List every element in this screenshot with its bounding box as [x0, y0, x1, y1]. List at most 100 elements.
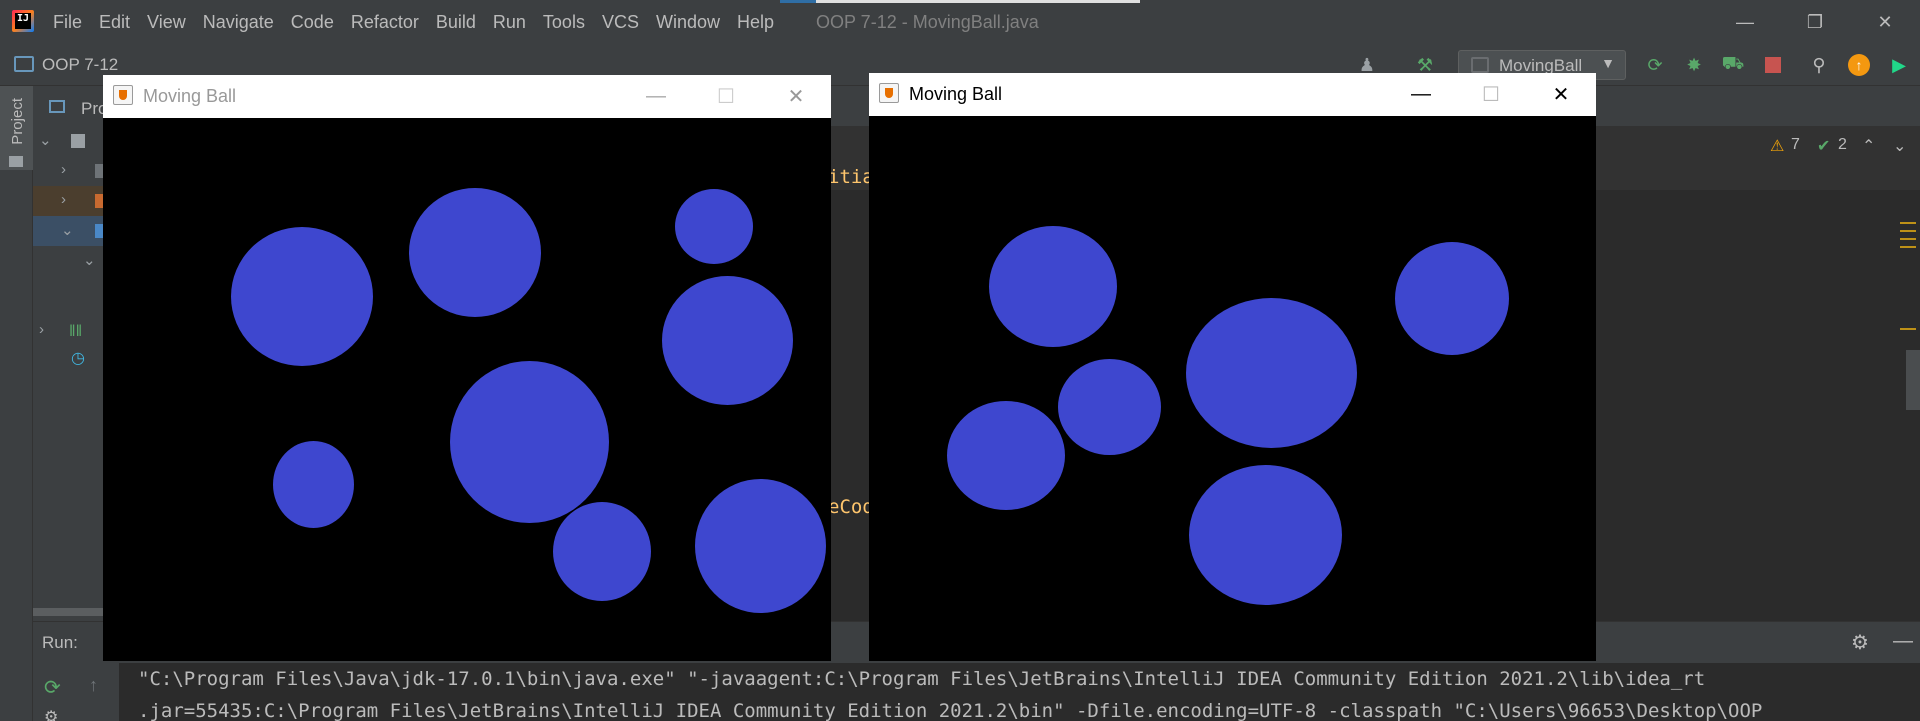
tree-row-scratches[interactable]: ◷ — [33, 342, 108, 372]
menu-refactor[interactable]: Refactor — [351, 12, 429, 33]
chevron-down-icon: ⌄ — [83, 252, 96, 269]
ball — [1395, 242, 1509, 355]
tree-row-root[interactable]: ⌄ — [33, 126, 108, 156]
run-panel-label: Run: — [42, 633, 78, 652]
menu-items: File Edit View Navigate Code Refactor Bu… — [53, 12, 791, 33]
window-titlebar[interactable]: Moving Ball — ☐ ✕ — [869, 73, 1596, 116]
arrow-up-icon[interactable]: ↑ — [89, 675, 98, 696]
chevron-right-icon: › — [39, 321, 44, 338]
ball — [662, 276, 793, 405]
gear-icon[interactable]: ⚙ — [1851, 630, 1869, 655]
menu-code[interactable]: Code — [291, 12, 344, 33]
tree-row-excluded[interactable]: › — [33, 186, 109, 216]
menu-view[interactable]: View — [147, 12, 196, 33]
restore-icon[interactable]: ❐ — [1780, 0, 1850, 44]
update-icon[interactable]: ↑ — [1848, 54, 1870, 76]
tree-row[interactable]: › — [33, 156, 109, 186]
close-icon[interactable]: ✕ — [761, 75, 831, 118]
menu-vcs[interactable]: VCS — [602, 12, 649, 33]
ball — [947, 401, 1065, 510]
ball — [553, 502, 651, 601]
ball — [1186, 298, 1357, 448]
project-icon — [14, 56, 34, 72]
title-progress-bar — [780, 0, 1140, 3]
menu-edit[interactable]: Edit — [99, 12, 140, 33]
minimize-icon[interactable]: — — [1710, 0, 1780, 44]
minimize-icon[interactable]: — — [1386, 73, 1456, 116]
maximize-icon[interactable]: ☐ — [1456, 73, 1526, 116]
tree-row[interactable]: ⌄ — [33, 246, 108, 276]
project-tool-tab-label: Project — [9, 98, 26, 145]
stop-icon[interactable] — [1762, 54, 1784, 76]
ball — [989, 226, 1117, 347]
window-titlebar[interactable]: Moving Ball — ☐ ✕ — [103, 75, 831, 118]
code-text: eCod — [828, 496, 874, 518]
chevron-down-icon: ⌄ — [61, 222, 74, 239]
tool-window-icon — [49, 100, 65, 113]
ball — [1189, 465, 1342, 605]
coverage-icon[interactable]: ⛟ — [1722, 53, 1745, 76]
project-name[interactable]: OOP 7-12 — [42, 55, 118, 75]
chevron-down-icon[interactable]: ⌄ — [1893, 136, 1906, 156]
folder-icon — [71, 134, 85, 148]
ide-window-controls: — ❐ ✕ — [1710, 0, 1920, 44]
scroll-marker — [1900, 238, 1916, 240]
menu-window[interactable]: Window — [656, 12, 730, 33]
config-icon — [1471, 57, 1489, 73]
console-line: "C:\Program Files\Java\jdk-17.0.1\bin\ja… — [138, 668, 1706, 690]
window-title: Moving Ball — [909, 84, 1003, 104]
intellij-logo-icon: IJ — [12, 10, 34, 32]
check-icon[interactable]: ✔ — [1817, 136, 1830, 156]
menu-file[interactable]: File — [53, 12, 92, 33]
close-icon[interactable]: ✕ — [1850, 0, 1920, 44]
console-line: .jar=55435:C:\Program Files\JetBrains\In… — [138, 700, 1763, 721]
editor-scrollbar[interactable] — [1906, 350, 1920, 410]
chevron-right-icon: › — [61, 161, 66, 178]
chevron-up-icon[interactable]: ⌃ — [1862, 136, 1875, 156]
chevron-down-icon: ▼ — [1601, 55, 1615, 71]
rerun-icon[interactable]: ⟳ — [44, 675, 61, 700]
desktop: IJ File Edit View Navigate Code Refactor… — [0, 0, 1920, 721]
chevron-right-icon: › — [61, 191, 66, 208]
libraries-icon: ‖‖ — [69, 323, 83, 340]
project-tree: Pro ⌄ › › ⌄ ⌄ › ‖‖ ◷ — [33, 86, 109, 621]
hide-panel-icon[interactable]: — — [1893, 630, 1913, 653]
moving-ball-window-left[interactable]: Moving Ball — ☐ ✕ — [103, 75, 831, 661]
ball — [1058, 359, 1161, 455]
scroll-marker — [1900, 222, 1916, 224]
scroll-marker — [1900, 230, 1916, 232]
menu-help[interactable]: Help — [737, 12, 784, 33]
java-icon — [113, 85, 133, 105]
search-icon[interactable]: ⚲ — [1808, 54, 1830, 76]
java-icon — [879, 83, 899, 103]
tree-row-src[interactable]: ⌄ — [33, 216, 109, 246]
warnings-count: 7 — [1791, 136, 1800, 153]
close-icon[interactable]: ✕ — [1526, 73, 1596, 116]
scroll-marker — [1900, 328, 1916, 330]
left-tool-strip: Project — [0, 86, 33, 721]
ball-canvas — [103, 118, 831, 661]
ball — [675, 189, 753, 264]
moving-ball-window-right[interactable]: Moving Ball — ☐ ✕ — [869, 73, 1596, 661]
scroll-marker — [1900, 246, 1916, 248]
wrench-icon[interactable]: ⚙ — [44, 707, 58, 721]
run-actions-strip: ⟳ ↑ ⚙ — [33, 663, 119, 721]
rerun-icon[interactable]: ⟳ — [1644, 54, 1666, 76]
ball — [273, 441, 354, 528]
window-title: Moving Ball — [143, 86, 237, 106]
minimize-icon[interactable]: — — [621, 75, 691, 118]
maximize-icon[interactable]: ☐ — [691, 75, 761, 118]
warning-icon[interactable]: ⚠ — [1770, 136, 1784, 156]
ball — [450, 361, 609, 523]
ball — [231, 227, 373, 366]
tree-horizontal-scrollbar[interactable] — [33, 608, 108, 616]
menu-build[interactable]: Build — [436, 12, 486, 33]
ide-menubar: IJ File Edit View Navigate Code Refactor… — [0, 0, 1920, 44]
code-with-me-icon[interactable]: ▶ — [1888, 54, 1910, 76]
menu-run[interactable]: Run — [493, 12, 536, 33]
ball-canvas — [869, 116, 1596, 661]
debug-bug-icon[interactable]: ✸ — [1683, 54, 1705, 76]
menu-tools[interactable]: Tools — [543, 12, 595, 33]
menu-navigate[interactable]: Navigate — [203, 12, 284, 33]
ide-window-title: OOP 7-12 - MovingBall.java — [816, 12, 1039, 32]
